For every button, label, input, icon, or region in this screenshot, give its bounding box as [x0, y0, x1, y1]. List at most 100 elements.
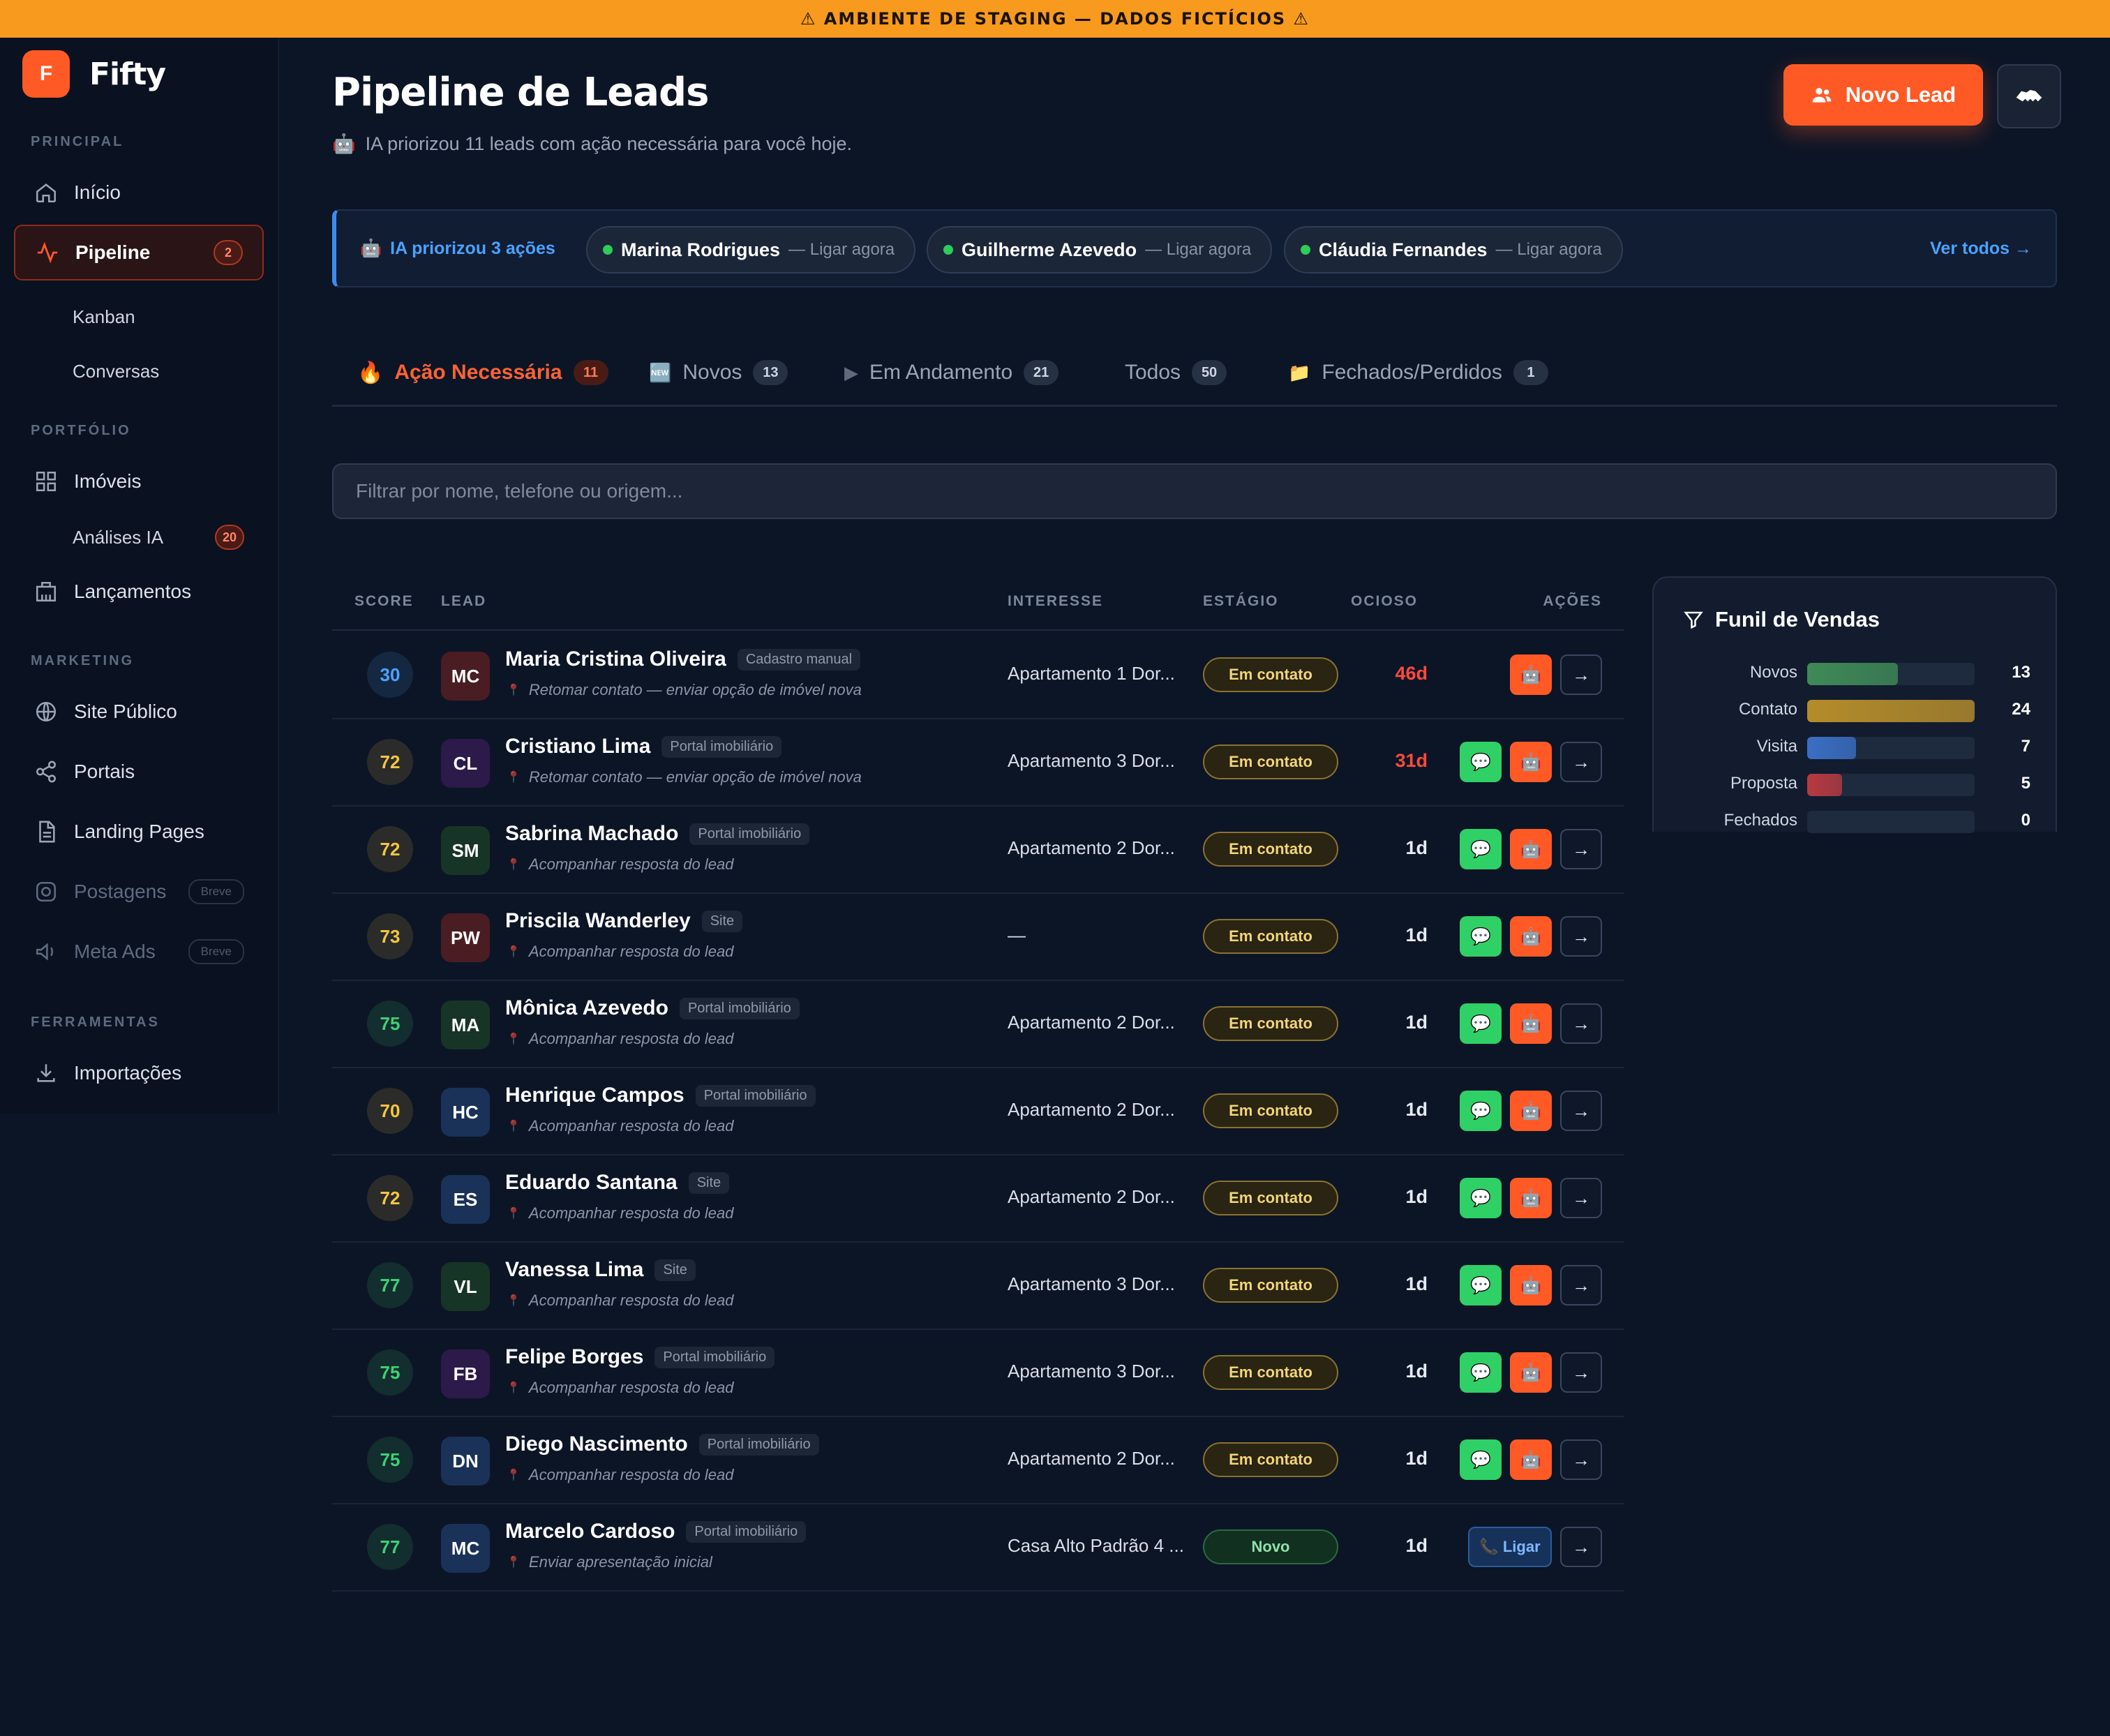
lead-name[interactable]: Henrique Campos [505, 1084, 684, 1107]
sidebar-item-kanban[interactable]: Kanban [14, 289, 264, 345]
interest-text: Apartamento 3 Dor... [1008, 1361, 1175, 1382]
lead-name-wrap: Maria Cristina Oliveira Cadastro manual [505, 648, 861, 671]
open-lead-button[interactable]: → [1560, 1527, 1602, 1567]
ai-assist-button[interactable]: 🤖 [1510, 742, 1552, 782]
open-lead-button[interactable]: → [1560, 1439, 1602, 1480]
sidebar-item-site[interactable]: Site Público [14, 684, 264, 740]
ai-assist-button[interactable]: 🤖 [1510, 1439, 1552, 1480]
sidebar-item-portais[interactable]: Portais [14, 744, 264, 800]
ai-chip[interactable]: Guilherme Azevedo — Ligar agora [927, 226, 1273, 274]
avatar: MC [441, 1524, 490, 1573]
table-row[interactable]: 72 CL Cristiano Lima Portal imobiliário … [332, 718, 1624, 807]
open-lead-button[interactable]: → [1560, 916, 1602, 957]
whatsapp-button[interactable]: 💬 [1460, 1352, 1502, 1393]
funnel-value: 7 [2021, 737, 2030, 756]
lead-name[interactable]: Eduardo Santana [505, 1171, 678, 1195]
ai-chip[interactable]: Marina Rodrigues — Ligar agora [586, 226, 916, 274]
lead-name[interactable]: Cristiano Lima [505, 735, 650, 758]
lead-name[interactable]: Sabrina Machado [505, 822, 678, 846]
ai-assist-button[interactable]: 🤖 [1510, 916, 1552, 957]
lead-note: 📍 Acompanhar resposta do lead [507, 1379, 733, 1397]
sidebar-item-landing[interactable]: Landing Pages [14, 804, 264, 860]
table-row[interactable]: 77 VL Vanessa Lima Site 📍 Acompanhar res… [332, 1241, 1624, 1330]
table-row[interactable]: 70 HC Henrique Campos Portal imobiliário… [332, 1067, 1624, 1155]
lead-name[interactable]: Priscila Wanderley [505, 909, 691, 933]
row-actions: 💬 🤖 → [1460, 1352, 1602, 1393]
search-input[interactable] [332, 463, 2057, 519]
sidebar-item-analises[interactable]: Análises IA 20 [14, 509, 264, 565]
sidebar-item-label: Portais [74, 761, 135, 782]
lead-name[interactable]: Marcelo Cardoso [505, 1520, 675, 1543]
tab-fechados[interactable]: 📁 Fechados/Perdidos 1 [1288, 360, 1548, 385]
sidebar-item-pipeline[interactable]: Pipeline 2 [14, 225, 264, 280]
whatsapp-button[interactable]: 💬 [1460, 916, 1502, 957]
avatar: MC [441, 652, 490, 701]
chip-name: Guilherme Azevedo [962, 239, 1137, 260]
open-lead-button[interactable]: → [1560, 742, 1602, 782]
open-lead-button[interactable]: → [1560, 654, 1602, 695]
table-row[interactable]: 75 MA Mônica Azevedo Portal imobiliário … [332, 980, 1624, 1068]
subtitle-text: IA priorizou 11 leads com ação necessári… [365, 133, 853, 154]
open-lead-button[interactable]: → [1560, 1003, 1602, 1044]
ai-assist-button[interactable]: 🤖 [1510, 654, 1552, 695]
whatsapp-button[interactable]: 💬 [1460, 1439, 1502, 1480]
row-actions: 💬 🤖 → [1460, 1265, 1602, 1305]
sidebar-item-imoveis[interactable]: Imóveis [14, 454, 264, 509]
source-badge: Site [688, 1172, 730, 1194]
ai-assist-button[interactable]: 🤖 [1510, 1003, 1552, 1044]
new-lead-button[interactable]: Novo Lead [1783, 64, 1983, 126]
ai-assist-button[interactable]: 🤖 [1510, 1265, 1552, 1305]
ai-assist-button[interactable]: 🤖 [1510, 1091, 1552, 1131]
tab-novos[interactable]: 🆕 Novos 13 [649, 360, 788, 385]
lead-name[interactable]: Vanessa Lima [505, 1258, 643, 1282]
whatsapp-button[interactable]: 💬 [1460, 742, 1502, 782]
globe-icon [33, 699, 59, 724]
table-row[interactable]: 75 FB Felipe Borges Portal imobiliário 📍… [332, 1329, 1624, 1417]
sidebar-item-inicio[interactable]: Início [14, 165, 264, 220]
see-all-link[interactable]: Ver todos → [1930, 239, 2032, 259]
tab-em-andamento[interactable]: ▶ Em Andamento 21 [844, 360, 1059, 385]
brand[interactable]: F Fifty [22, 50, 166, 98]
tab-acao-necessaria[interactable]: 🔥 Ação Necessária 11 [357, 360, 608, 385]
note-text: Acompanhar resposta do lead [528, 1117, 734, 1135]
sidebar-item-importacoes[interactable]: Importações [14, 1045, 264, 1101]
table-row[interactable]: 77 MC Marcelo Cardoso Portal imobiliário… [332, 1503, 1624, 1592]
whatsapp-button[interactable]: 💬 [1460, 1265, 1502, 1305]
call-button[interactable]: 📞 Ligar [1468, 1527, 1552, 1567]
whatsapp-button[interactable]: 💬 [1460, 829, 1502, 869]
open-lead-button[interactable]: → [1560, 829, 1602, 869]
table-row[interactable]: 75 DN Diego Nascimento Portal imobiliári… [332, 1416, 1624, 1504]
lead-name[interactable]: Maria Cristina Oliveira [505, 648, 726, 671]
sidebar-item-lancamentos[interactable]: Lançamentos [14, 564, 264, 620]
whatsapp-button[interactable]: 💬 [1460, 1178, 1502, 1218]
lead-name[interactable]: Felipe Borges [505, 1345, 643, 1369]
funnel-bar [1807, 774, 1842, 796]
ai-chip[interactable]: Cláudia Fernandes — Ligar agora [1284, 226, 1623, 274]
ai-assist-button[interactable]: 🤖 [1510, 1352, 1552, 1393]
table-row[interactable]: 30 MC Maria Cristina Oliveira Cadastro m… [332, 631, 1624, 719]
open-lead-button[interactable]: → [1560, 1352, 1602, 1393]
open-lead-button[interactable]: → [1560, 1091, 1602, 1131]
stage-badge: Em contato [1203, 1442, 1338, 1477]
open-lead-button[interactable]: → [1560, 1265, 1602, 1305]
open-lead-button[interactable]: → [1560, 1178, 1602, 1218]
tab-todos[interactable]: Todos 50 [1125, 360, 1227, 385]
stage-badge: Em contato [1203, 1093, 1338, 1128]
avatar: SM [441, 826, 490, 875]
sidebar-item-conversas[interactable]: Conversas [14, 343, 264, 399]
table-row[interactable]: 73 PW Priscila Wanderley Site 📍 Acompanh… [332, 892, 1624, 981]
sidebar-item-label: Meta Ads [74, 941, 156, 962]
pin-icon: 📍 [507, 1382, 521, 1394]
source-badge: Portal imobiliário [661, 735, 782, 758]
whatsapp-button[interactable]: 💬 [1460, 1091, 1502, 1131]
row-actions: 💬 🤖 → [1460, 1091, 1602, 1131]
whatsapp-button[interactable]: 💬 [1460, 1003, 1502, 1044]
ai-assist-button[interactable]: 🤖 [1510, 829, 1552, 869]
lead-name[interactable]: Mônica Azevedo [505, 996, 668, 1020]
table-row[interactable]: 72 SM Sabrina Machado Portal imobiliário… [332, 805, 1624, 894]
document-icon [33, 819, 59, 844]
lead-name[interactable]: Diego Nascimento [505, 1432, 688, 1456]
ai-assist-button[interactable]: 🤖 [1510, 1178, 1552, 1218]
table-row[interactable]: 72 ES Eduardo Santana Site 📍 Acompanhar … [332, 1154, 1624, 1243]
handshake-button[interactable] [1997, 64, 2061, 128]
